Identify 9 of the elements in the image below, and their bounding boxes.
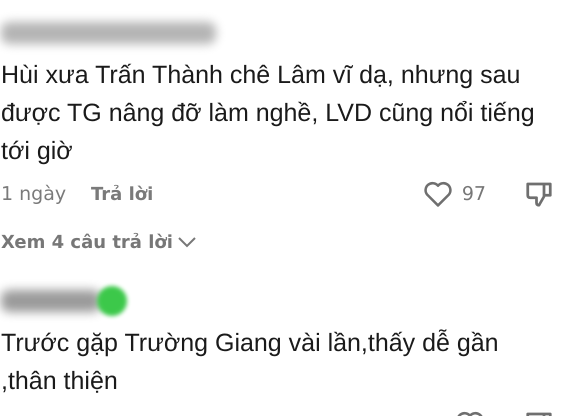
heart-icon	[422, 180, 454, 208]
comment-time: 1 ngày	[1, 183, 68, 205]
blurred-emoji	[97, 286, 127, 316]
reply-link[interactable]: Trả lời	[91, 184, 154, 204]
chevron-down-icon	[176, 235, 197, 249]
comment-text: Trước gặp Trường Giang vài lần,thấy dễ gần ,thân thiện	[1, 328, 500, 397]
like-button[interactable]: 97	[422, 180, 486, 208]
view-replies-button[interactable]: Xem 4 câu trả lời	[1, 228, 197, 256]
comment-text: Hùi xưa Trấn Thành chê Lâm vĩ dạ, nhưng sau được TG nâng đỡ làm nghề, LVD cũng nổi tiếng tới giờ	[1, 60, 536, 167]
